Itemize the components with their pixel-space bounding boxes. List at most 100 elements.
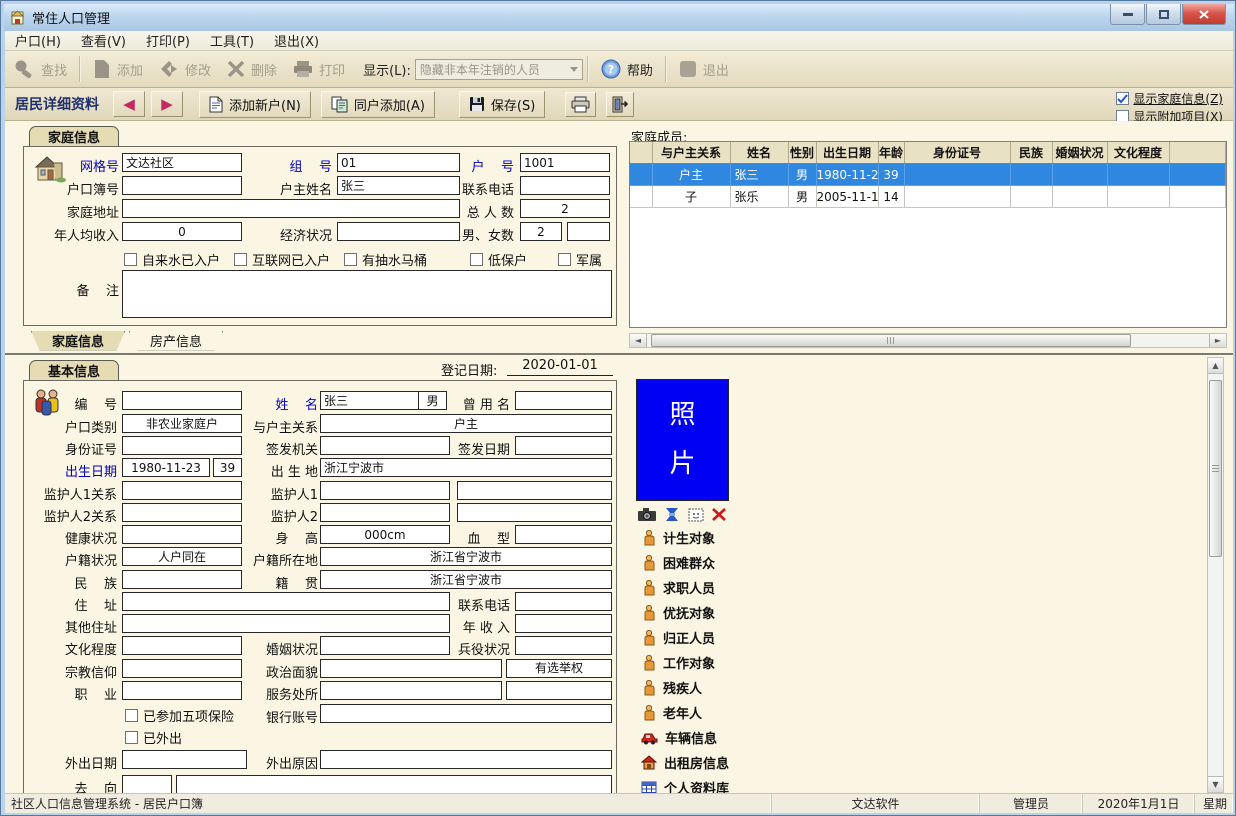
scrollbar-thumb[interactable] [1209, 380, 1222, 557]
tap-water-checkbox[interactable]: 自来水已入户 [124, 250, 220, 269]
ethnic-input[interactable] [122, 570, 242, 589]
col-ethnic[interactable]: 民族 [1010, 142, 1052, 164]
health-status-input[interactable] [122, 525, 242, 544]
household-number-input[interactable] [520, 153, 610, 172]
col-age[interactable]: 年龄 [878, 142, 904, 164]
scroll-up-button[interactable]: ▲ [1208, 358, 1223, 374]
other-address-input[interactable] [122, 614, 450, 633]
height-input[interactable] [320, 525, 450, 544]
scroll-left-button[interactable]: ◄ [630, 334, 647, 347]
household-head-input[interactable] [337, 176, 460, 195]
next-record-button[interactable]: ▶ [151, 91, 183, 117]
close-button[interactable] [1182, 4, 1226, 25]
issue-date-input[interactable] [515, 436, 612, 455]
blood-type-input[interactable] [515, 525, 612, 544]
low-income-checkbox[interactable]: 低保户 [470, 250, 527, 269]
destination-input[interactable] [176, 775, 612, 793]
occupation-input[interactable] [122, 681, 242, 700]
birth-date-input[interactable] [122, 458, 210, 477]
print-record-button[interactable] [565, 92, 596, 117]
hukou-place-input[interactable] [320, 547, 612, 566]
help-button[interactable]: ? 帮助 [593, 56, 661, 82]
person-number-input[interactable] [122, 391, 242, 410]
scrollbar-thumb[interactable] [651, 334, 1131, 347]
politics-input[interactable] [320, 659, 502, 678]
col-relation[interactable]: 与户主关系 [652, 142, 730, 164]
category-family-planning[interactable]: 计生对象 [643, 528, 715, 547]
guardian2-relation-input[interactable] [122, 503, 242, 522]
category-disabled[interactable]: 残疾人 [643, 678, 702, 697]
col-birthdate[interactable]: 出生日期 [816, 142, 878, 164]
out-reason-input[interactable] [320, 750, 612, 769]
members-horizontal-scrollbar[interactable]: ◄ ► [629, 333, 1227, 348]
family-address-input[interactable] [122, 199, 460, 218]
family-phone-input[interactable] [520, 176, 610, 195]
category-job-seekers[interactable]: 求职人员 [643, 578, 715, 597]
birthplace-input[interactable] [320, 458, 612, 477]
guardian2-extra-input[interactable] [457, 503, 612, 522]
hukou-type-input[interactable] [122, 414, 242, 433]
tab-property-info[interactable]: 房产信息 [129, 331, 223, 351]
picture-icon[interactable] [688, 508, 704, 522]
workplace-input[interactable] [320, 681, 502, 700]
table-row[interactable]: 子 张乐 男 2005-11-10 14 [630, 186, 1226, 208]
tab-family-info[interactable]: 家庭信息 [31, 331, 125, 351]
hukou-status-input[interactable] [122, 547, 242, 566]
religion-input[interactable] [122, 659, 242, 678]
minimize-button[interactable] [1110, 4, 1145, 25]
destination-code-input[interactable] [122, 775, 172, 793]
internet-checkbox[interactable]: 互联网已入户 [234, 250, 330, 269]
contact-phone-input[interactable] [515, 592, 612, 611]
workplace-extra-input[interactable] [506, 681, 612, 700]
scanner-icon[interactable] [664, 507, 680, 522]
col-name[interactable]: 姓名 [730, 142, 788, 164]
exit-button[interactable]: 退出 [671, 57, 737, 82]
guardian1-extra-input[interactable] [457, 481, 612, 500]
former-name-input[interactable] [515, 391, 612, 410]
guardian1-input[interactable] [320, 481, 450, 500]
issue-org-input[interactable] [320, 436, 450, 455]
total-persons-input[interactable] [520, 199, 610, 218]
education-input[interactable] [122, 636, 242, 655]
col-id-number[interactable]: 身份证号 [904, 142, 1010, 164]
menu-item-print[interactable]: 打印(P) [136, 29, 200, 52]
scroll-down-button[interactable]: ▼ [1208, 776, 1223, 792]
print-button[interactable]: 打印 [285, 57, 353, 82]
show-family-info-option[interactable]: 显示家庭信息(Z) [1116, 90, 1223, 107]
military-service-input[interactable] [515, 636, 612, 655]
previous-record-button[interactable]: ◀ [113, 91, 145, 117]
group-number-input[interactable] [337, 153, 460, 172]
category-special-care[interactable]: 优抚对象 [643, 603, 715, 622]
col-sex[interactable]: 性别 [788, 142, 816, 164]
male-count-input[interactable] [520, 222, 562, 241]
col-marriage[interactable]: 婚姻状况 [1052, 142, 1107, 164]
military-family-checkbox[interactable]: 军属 [558, 250, 602, 269]
category-work-targets[interactable]: 工作对象 [643, 653, 715, 672]
native-place-input[interactable] [320, 570, 612, 589]
grid-number-input[interactable] [122, 153, 242, 172]
category-personal-archive[interactable]: 个人资料库 [641, 778, 729, 793]
maximize-button[interactable] [1146, 4, 1181, 25]
five-insurance-checkbox[interactable]: 已参加五项保险 [125, 706, 234, 725]
gone-out-checkbox[interactable]: 已外出 [125, 728, 182, 747]
modify-button[interactable]: 修改 [151, 57, 219, 82]
guardian1-relation-input[interactable] [122, 481, 242, 500]
menu-item-tools[interactable]: 工具(T) [200, 29, 264, 52]
add-button[interactable]: 添加 [85, 56, 151, 82]
delete-photo-icon[interactable] [712, 508, 726, 521]
category-needy-people[interactable]: 困难群众 [643, 553, 715, 572]
category-elderly[interactable]: 老年人 [643, 703, 702, 722]
family-remark-textarea[interactable] [122, 270, 612, 318]
address-input[interactable] [122, 592, 450, 611]
detail-vertical-scrollbar[interactable]: ▲ ▼ [1207, 357, 1224, 793]
save-button[interactable]: 保存(S) [459, 91, 545, 118]
flush-toilet-checkbox[interactable]: 有抽水马桶 [344, 250, 427, 269]
relation-to-head-input[interactable] [320, 414, 612, 433]
category-rehabilitated[interactable]: 归正人员 [643, 628, 715, 647]
booklet-number-input[interactable] [122, 176, 242, 195]
add-new-household-button[interactable]: 添加新户(N) [199, 91, 311, 118]
add-same-household-button[interactable]: 同户添加(A) [321, 91, 435, 118]
economy-status-input[interactable] [337, 222, 460, 241]
close-detail-button[interactable] [606, 92, 634, 117]
guardian2-input[interactable] [320, 503, 450, 522]
